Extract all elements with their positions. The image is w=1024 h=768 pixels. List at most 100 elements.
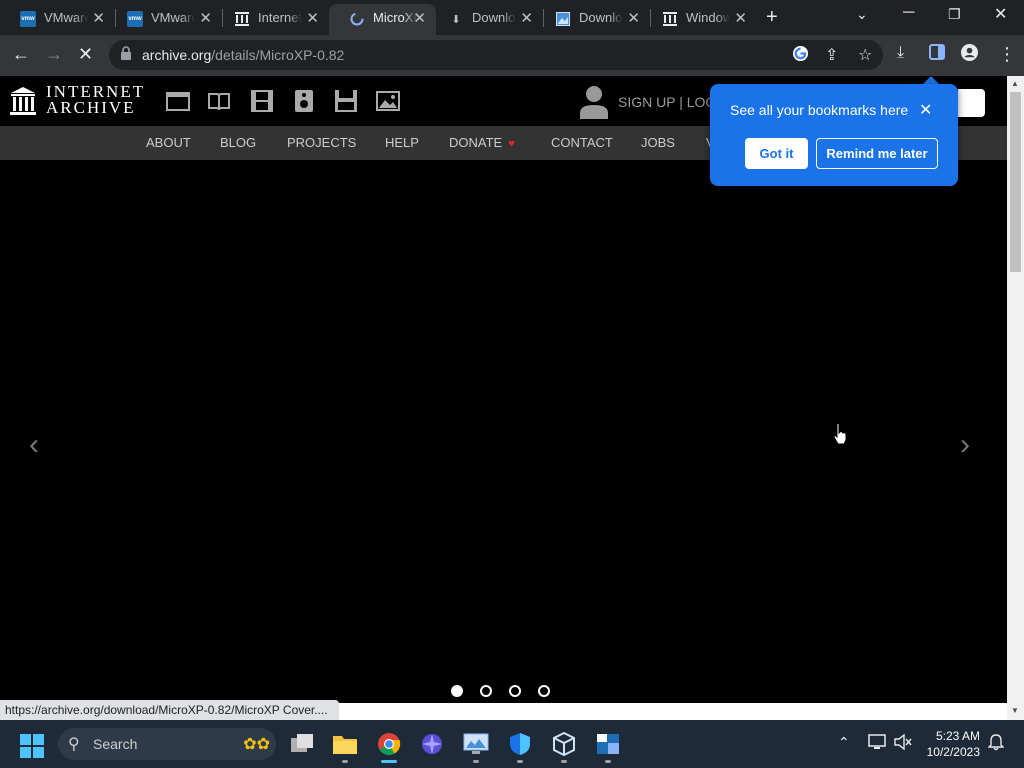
- carousel-next-icon[interactable]: ›: [960, 428, 970, 462]
- nav-help[interactable]: HELP: [385, 135, 419, 150]
- tab-5[interactable]: ⬇ Download ✕: [428, 4, 543, 35]
- carousel-dot[interactable]: [509, 685, 521, 697]
- tab-strip: vmw VMware ✕ vmw VMware ✕ Internet Archi…: [0, 0, 1024, 35]
- taskbar-clock[interactable]: 5:23 AM 10/2/2023: [918, 728, 980, 760]
- carousel-dot[interactable]: [451, 685, 463, 697]
- carousel-dot[interactable]: [480, 685, 492, 697]
- audio-icon[interactable]: [292, 90, 316, 112]
- network-icon[interactable]: [868, 734, 886, 753]
- close-icon[interactable]: ✕: [627, 9, 640, 27]
- window-close-icon[interactable]: ✕: [994, 4, 1007, 24]
- archive-icon: [662, 11, 678, 27]
- address-bar[interactable]: archive.org/details/MicroXP-0.82 ⇪ ☆: [109, 40, 883, 70]
- scroll-down-icon[interactable]: ▼: [1011, 706, 1019, 715]
- download-icon: ⬇: [451, 13, 461, 26]
- images-icon[interactable]: [376, 90, 400, 112]
- taskbar-search[interactable]: ⚲ Search ✿✿: [58, 728, 276, 760]
- page-scrollbar[interactable]: ▲ ▼: [1007, 76, 1024, 720]
- close-icon[interactable]: ✕: [92, 9, 105, 27]
- google-lens-icon[interactable]: [792, 45, 809, 67]
- new-tab-icon[interactable]: +: [766, 6, 778, 29]
- scroll-thumb[interactable]: [1010, 92, 1021, 272]
- carousel-dot[interactable]: [538, 685, 550, 697]
- app-purple-icon[interactable]: [418, 730, 446, 758]
- tab-label: VMware: [151, 10, 195, 25]
- tab-label: MicroXP: [373, 10, 417, 25]
- back-icon[interactable]: ←: [12, 44, 30, 65]
- tab-label: Internet Archive: [258, 10, 302, 25]
- got-it-button[interactable]: Got it: [745, 138, 808, 169]
- windows-start-icon[interactable]: [20, 734, 44, 758]
- running-indicator: [517, 760, 523, 763]
- volume-muted-icon[interactable]: [894, 733, 912, 753]
- side-panel-icon[interactable]: [929, 44, 945, 65]
- vmware-icon: vmw: [20, 11, 36, 27]
- tab-6[interactable]: Download ✕: [535, 4, 650, 35]
- close-icon[interactable]: ✕: [413, 9, 426, 27]
- close-icon[interactable]: ✕: [199, 9, 212, 27]
- nav-projects[interactable]: PROJECTS: [287, 135, 356, 150]
- texts-icon[interactable]: [207, 90, 231, 112]
- security-shield-icon[interactable]: [506, 730, 534, 758]
- close-icon[interactable]: ✕: [919, 100, 932, 120]
- site-search-box[interactable]: [958, 89, 985, 117]
- nav-contact[interactable]: CONTACT: [551, 135, 613, 150]
- image-carousel[interactable]: ‹ ›: [0, 160, 1007, 703]
- nav-jobs[interactable]: JOBS: [641, 135, 675, 150]
- tab-search-icon[interactable]: ⌄: [856, 6, 868, 23]
- menu-icon[interactable]: ⋮: [998, 44, 1016, 65]
- user-icon[interactable]: [580, 85, 608, 119]
- running-indicator: [605, 760, 611, 763]
- share-icon[interactable]: ⇪: [825, 45, 838, 65]
- tab-3[interactable]: Internet Archive ✕: [214, 4, 329, 35]
- software-icon[interactable]: [334, 90, 358, 112]
- vmware-icon: vmw: [127, 11, 143, 27]
- nav-donate[interactable]: DONATE ♥: [449, 135, 515, 150]
- tab-label: VMware: [44, 10, 88, 25]
- running-indicator: [342, 760, 348, 763]
- bookmarks-promo-bubble: See all your bookmarks here ✕ Got it Rem…: [710, 84, 958, 186]
- close-icon[interactable]: ✕: [306, 9, 319, 27]
- notifications-bell-icon[interactable]: [987, 734, 1005, 754]
- image-icon: [555, 11, 571, 27]
- carousel-dots: [451, 685, 550, 697]
- vmware-app-icon[interactable]: [594, 730, 622, 758]
- scroll-up-icon[interactable]: ▲: [1011, 79, 1019, 88]
- tab-label: Download: [579, 10, 623, 25]
- forward-icon[interactable]: →: [45, 44, 63, 65]
- stop-icon[interactable]: ✕: [78, 44, 93, 65]
- close-icon[interactable]: ✕: [520, 9, 533, 27]
- downloads-icon[interactable]: ⤓: [897, 44, 904, 62]
- site-name[interactable]: INTERNET ARCHIVE: [46, 83, 145, 116]
- app-monitor-icon[interactable]: [462, 730, 490, 758]
- web-icon[interactable]: [166, 90, 190, 112]
- heart-icon: ♥: [508, 138, 515, 150]
- profile-icon[interactable]: [961, 44, 978, 66]
- virtualbox-icon[interactable]: [550, 730, 578, 758]
- sign-up-login-link[interactable]: SIGN UP | LOG: [618, 94, 716, 110]
- file-explorer-icon[interactable]: [331, 730, 359, 758]
- chrome-icon[interactable]: [375, 730, 403, 758]
- hand-cursor-icon: [833, 423, 847, 445]
- url-text[interactable]: archive.org/details/MicroXP-0.82: [142, 47, 344, 63]
- remind-later-button[interactable]: Remind me later: [816, 138, 938, 169]
- nav-about[interactable]: ABOUT: [146, 135, 191, 150]
- browser-toolbar: ← → ✕ archive.org/details/MicroXP-0.82 ⇪…: [0, 35, 1024, 76]
- bookmark-star-icon[interactable]: ☆: [858, 45, 872, 65]
- show-hidden-icons-icon[interactable]: ⌃: [838, 734, 850, 751]
- tab-2[interactable]: vmw VMware ✕: [107, 4, 222, 35]
- video-icon[interactable]: [250, 90, 274, 112]
- search-highlight-icon: ✿✿: [243, 736, 270, 753]
- restore-icon[interactable]: ❐: [948, 6, 961, 23]
- carousel-prev-icon[interactable]: ‹: [29, 428, 39, 462]
- internet-archive-logo-icon[interactable]: [10, 86, 36, 116]
- task-view-icon[interactable]: [288, 730, 316, 758]
- close-icon[interactable]: ✕: [734, 9, 747, 27]
- tab-1[interactable]: vmw VMware ✕: [0, 4, 115, 35]
- loading-icon: [349, 11, 365, 27]
- nav-blog[interactable]: BLOG: [220, 135, 256, 150]
- tab-7[interactable]: Windows ✕: [642, 4, 757, 35]
- minimize-icon[interactable]: ─: [903, 4, 914, 22]
- link-status-bar: https://archive.org/download/MicroXP-0.8…: [0, 700, 339, 720]
- tab-4-active[interactable]: MicroXP ✕: [329, 4, 436, 35]
